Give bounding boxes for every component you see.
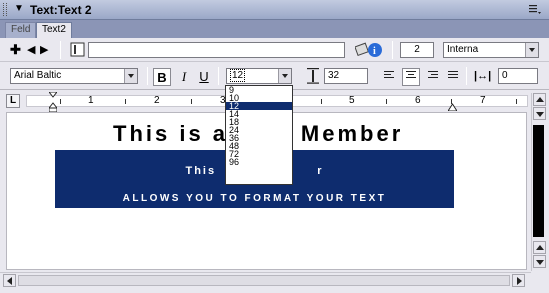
ruler-number: 2 [154, 95, 160, 106]
font-size-option[interactable]: 96 [226, 158, 292, 167]
text-line: ALLOWS YOU TO FORMAT YOUR TEXT [122, 193, 387, 204]
chevron-down-icon [124, 69, 137, 83]
scroll-left-icon[interactable] [3, 274, 16, 287]
cast-select[interactable]: Interna [443, 42, 539, 58]
kerning-field[interactable]: 0 [498, 68, 538, 84]
tab-type-button[interactable]: L [6, 94, 20, 108]
separator [60, 41, 61, 59]
drag-member-icon[interactable] [70, 42, 85, 57]
font-select[interactable]: Arial Baltic [10, 68, 138, 84]
align-left-button[interactable] [384, 71, 398, 85]
ruler-tick [516, 99, 517, 104]
line-spacing-icon [307, 68, 319, 84]
scroll-down-icon[interactable] [533, 255, 546, 268]
underline-button[interactable]: U [195, 68, 213, 86]
tab-feld[interactable]: Feld [5, 22, 37, 38]
horizontal-scroll-thumb[interactable] [18, 275, 510, 286]
chevron-down-icon [278, 69, 291, 83]
font-size-select[interactable]: 12 [226, 68, 292, 84]
ruler-number: 5 [349, 95, 355, 106]
panel-menu-icon[interactable] [529, 4, 541, 15]
separator [392, 41, 393, 59]
ruler-number: 6 [415, 95, 421, 106]
scroll-right-icon[interactable] [512, 274, 525, 287]
font-size-dropdown-list[interactable]: 9 10 12 14 18 24 36 48 72 96 [225, 85, 293, 185]
right-margin-marker-icon[interactable] [448, 103, 457, 111]
ruler-tick [386, 99, 387, 104]
horizontal-scrollbar[interactable] [0, 272, 531, 288]
script-info-icon[interactable]: i [355, 41, 383, 59]
collapse-arrow-icon[interactable]: ▼ [14, 3, 24, 14]
scroll-up-icon[interactable] [533, 93, 546, 106]
member-number-field: 2 [400, 42, 434, 58]
font-select-value: Arial Baltic [14, 70, 62, 81]
chevron-down-icon [525, 43, 538, 57]
separator [466, 67, 467, 85]
member-toolbar: ✚ ◀ ▶ i 2 Interna [0, 38, 549, 62]
scroll-up-icon[interactable] [533, 241, 546, 254]
drag-grip[interactable] [3, 3, 7, 16]
vertical-scroll-thumb[interactable] [533, 125, 544, 237]
ruler-tick [125, 99, 126, 104]
ruler-tick [60, 99, 61, 104]
scroll-down-icon[interactable] [533, 107, 546, 120]
align-right-button[interactable] [428, 71, 442, 85]
ruler-number: 7 [480, 95, 486, 106]
tab-text2[interactable]: Text2 [36, 22, 72, 38]
bold-button[interactable]: B [153, 68, 171, 86]
align-justify-button[interactable] [448, 71, 462, 85]
new-member-icon[interactable]: ✚ [10, 43, 21, 57]
indent-marker-icon[interactable] [49, 92, 57, 112]
line-spacing-field[interactable]: 32 [324, 68, 368, 84]
font-size-value: 12 [230, 69, 246, 82]
ruler-tick [191, 99, 192, 104]
ruler-number: 1 [88, 95, 94, 106]
italic-button[interactable]: I [175, 68, 193, 86]
next-member-icon[interactable]: ▶ [40, 43, 48, 57]
title-bar: ▼ Text:Text 2 [0, 0, 549, 20]
align-center-button[interactable] [402, 68, 420, 86]
kerning-icon: |↔| [474, 70, 492, 82]
vertical-scrollbar[interactable] [531, 93, 546, 271]
cast-select-value: Interna [447, 44, 479, 55]
svg-text:i: i [373, 46, 376, 57]
window-title: Text:Text 2 [30, 3, 92, 17]
ruler-tick [321, 99, 322, 104]
member-name-field[interactable] [88, 42, 345, 58]
separator [218, 67, 219, 85]
previous-member-icon[interactable]: ◀ [27, 43, 35, 57]
tab-strip: Feld Text2 [0, 20, 549, 38]
separator [147, 67, 148, 85]
